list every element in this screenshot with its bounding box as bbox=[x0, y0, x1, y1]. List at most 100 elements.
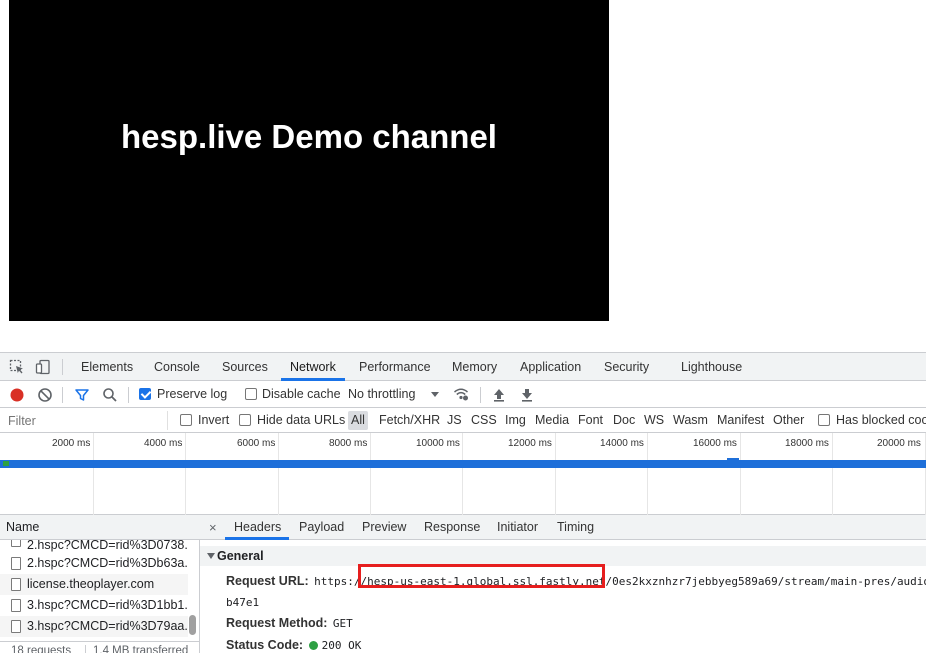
type-filter-all[interactable]: All bbox=[348, 411, 368, 430]
devtools-tabbar: Elements Console Sources Network Perform… bbox=[0, 353, 926, 381]
invert-checkbox[interactable] bbox=[180, 414, 192, 426]
request-method-label: Request Method: bbox=[226, 616, 328, 630]
type-filter-js[interactable]: JS bbox=[447, 411, 462, 430]
timeline-tick-label: 8000 ms bbox=[329, 438, 368, 449]
timeline-load-marker bbox=[3, 461, 9, 466]
request-row[interactable]: 2.hspc?CMCD=rid%3Db63a. bbox=[0, 553, 188, 574]
clear-icon[interactable] bbox=[37, 387, 53, 403]
tab-console[interactable]: Console bbox=[154, 353, 200, 381]
timeline-tick bbox=[832, 433, 833, 515]
status-ok-icon bbox=[308, 641, 318, 650]
detail-tabbar: × Headers Payload Preview Response Initi… bbox=[200, 515, 926, 540]
throttling-select[interactable]: No throttling bbox=[348, 381, 415, 408]
request-name: license.theoplayer.com bbox=[27, 577, 155, 591]
request-row[interactable]: 2.hspc?CMCD=rid%3D0738. bbox=[0, 540, 188, 553]
import-har-icon[interactable] bbox=[491, 387, 507, 403]
timeline-tick bbox=[185, 433, 186, 515]
type-filter-other[interactable]: Other bbox=[773, 411, 804, 430]
search-icon[interactable] bbox=[102, 387, 118, 403]
disable-cache-checkbox[interactable] bbox=[245, 388, 257, 400]
tab-memory[interactable]: Memory bbox=[452, 353, 497, 381]
document-icon bbox=[11, 578, 21, 591]
timeline-event-marker bbox=[727, 458, 739, 461]
document-icon bbox=[11, 620, 21, 633]
request-detail-pane: × Headers Payload Preview Response Initi… bbox=[200, 515, 926, 653]
tab-security[interactable]: Security bbox=[604, 353, 649, 381]
inspect-element-icon[interactable] bbox=[9, 359, 25, 375]
device-toolbar-icon[interactable] bbox=[35, 359, 51, 375]
type-filter-ws[interactable]: WS bbox=[644, 411, 664, 430]
timeline-tick-label: 18000 ms bbox=[785, 438, 829, 449]
general-section-header[interactable]: General bbox=[200, 546, 926, 566]
request-method-row: Request Method: GET bbox=[226, 614, 353, 632]
type-filter-img[interactable]: Img bbox=[505, 411, 526, 430]
player-title: hesp.live Demo channel bbox=[121, 118, 497, 155]
request-list-scrollbar[interactable] bbox=[188, 541, 198, 637]
scrollbar-thumb[interactable] bbox=[189, 615, 196, 635]
video-player[interactable]: hesp.live Demo channel bbox=[9, 0, 609, 321]
screen: hesp.live Demo channel Elements Console … bbox=[0, 0, 926, 653]
name-column-header[interactable]: Name bbox=[0, 515, 200, 540]
record-icon[interactable] bbox=[9, 387, 25, 403]
disable-cache-label: Disable cache bbox=[262, 387, 341, 401]
request-row[interactable]: 3.hspc?CMCD=rid%3D1bb1. bbox=[0, 595, 188, 616]
timeline-tick-label: 4000 ms bbox=[144, 438, 183, 449]
type-filter-media[interactable]: Media bbox=[535, 411, 569, 430]
type-filter-manifest[interactable]: Manifest bbox=[717, 411, 764, 430]
network-conditions-icon[interactable] bbox=[453, 386, 469, 402]
filter-bar: Invert Hide data URLs All Fetch/XHR JS C… bbox=[0, 408, 926, 433]
toolbar-separator bbox=[128, 387, 129, 403]
type-filter-wasm[interactable]: Wasm bbox=[673, 411, 708, 430]
network-lower-pane: Name 2.hspc?CMCD=rid%3D0738. 2.hspc?CMCD… bbox=[0, 515, 926, 653]
status-code-row: Status Code: 200 OK bbox=[226, 636, 361, 653]
request-row[interactable]: license.theoplayer.com bbox=[0, 574, 188, 595]
filter-input[interactable] bbox=[2, 411, 168, 430]
timeline-tick bbox=[740, 433, 741, 515]
tab-application[interactable]: Application bbox=[520, 353, 581, 381]
request-name: 3.hspc?CMCD=rid%3D79aa. bbox=[27, 619, 188, 633]
document-icon bbox=[11, 540, 21, 547]
toolbar-separator bbox=[62, 387, 63, 403]
detail-tab-response[interactable]: Response bbox=[424, 515, 480, 540]
type-filter-font[interactable]: Font bbox=[578, 411, 603, 430]
has-blocked-cookies-label: Has blocked coo bbox=[836, 413, 926, 427]
status-code-value: 200 OK bbox=[321, 639, 362, 652]
preserve-log-checkbox[interactable] bbox=[139, 388, 151, 400]
timeline-tick-label: 6000 ms bbox=[237, 438, 276, 449]
type-filter-fetch-xhr[interactable]: Fetch/XHR bbox=[379, 411, 440, 430]
tab-performance[interactable]: Performance bbox=[359, 353, 431, 381]
document-icon bbox=[11, 557, 21, 570]
tab-sources[interactable]: Sources bbox=[222, 353, 268, 381]
type-filter-css[interactable]: CSS bbox=[471, 411, 497, 430]
timeline-tick bbox=[370, 433, 371, 515]
request-method-value: GET bbox=[332, 617, 353, 630]
summary-divider bbox=[85, 645, 86, 653]
timeline-tick-label: 10000 ms bbox=[416, 438, 460, 449]
request-name: 2.hspc?CMCD=rid%3D0738. bbox=[27, 540, 188, 552]
timeline-tick bbox=[647, 433, 648, 515]
detail-tab-preview[interactable]: Preview bbox=[362, 515, 406, 540]
detail-tab-timing[interactable]: Timing bbox=[557, 515, 594, 540]
devtools-panel: Elements Console Sources Network Perform… bbox=[0, 352, 926, 653]
type-filter-doc[interactable]: Doc bbox=[613, 411, 635, 430]
network-overview-timeline[interactable]: 2000 ms 4000 ms 6000 ms 8000 ms 10000 ms… bbox=[0, 433, 926, 515]
detail-tab-payload[interactable]: Payload bbox=[299, 515, 344, 540]
timeline-tick-label: 12000 ms bbox=[508, 438, 552, 449]
network-toolbar: Preserve log Disable cache No throttling bbox=[0, 381, 926, 408]
request-list: Name 2.hspc?CMCD=rid%3D0738. 2.hspc?CMCD… bbox=[0, 515, 200, 653]
close-detail-icon[interactable]: × bbox=[209, 515, 217, 540]
hide-data-urls-label: Hide data URLs bbox=[257, 413, 346, 427]
tab-lighthouse[interactable]: Lighthouse bbox=[681, 353, 742, 381]
tab-elements[interactable]: Elements bbox=[81, 353, 133, 381]
hide-data-urls-checkbox[interactable] bbox=[239, 414, 251, 426]
has-blocked-cookies-checkbox[interactable] bbox=[818, 414, 830, 426]
detail-tab-initiator[interactable]: Initiator bbox=[497, 515, 538, 540]
export-har-icon[interactable] bbox=[519, 387, 535, 403]
general-section-title: General bbox=[217, 549, 264, 563]
timeline-tick bbox=[278, 433, 279, 515]
request-row[interactable]: 3.hspc?CMCD=rid%3D79aa. bbox=[0, 616, 188, 637]
tab-network[interactable]: Network bbox=[290, 353, 336, 381]
filter-funnel-icon[interactable] bbox=[74, 387, 90, 403]
transferred-size: 1.4 MB transferred bbox=[93, 645, 189, 653]
toolbar-separator bbox=[480, 387, 481, 403]
